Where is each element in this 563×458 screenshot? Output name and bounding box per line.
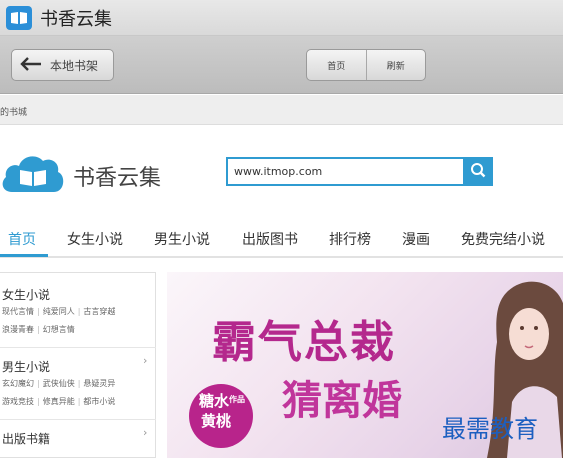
- category-link[interactable]: 悬疑灵异: [83, 379, 115, 388]
- category-links: 玄幻魔幻 | 武侠仙侠 | 悬疑灵异: [2, 379, 116, 388]
- back-button-label: 本地书架: [50, 58, 99, 73]
- category-link[interactable]: 都市小说: [83, 397, 115, 406]
- search-icon: [470, 162, 486, 182]
- category-links: 游戏竞技 | 修真异能 | 都市小说: [2, 397, 116, 406]
- search-button[interactable]: [463, 157, 493, 186]
- category-title[interactable]: 女生小说: [2, 286, 50, 303]
- category-link[interactable]: 纯爱同人: [43, 307, 75, 316]
- category-link[interactable]: 游戏竞技: [2, 397, 34, 406]
- banner-title-line1: 霸气总裁: [212, 317, 396, 368]
- title-bar: 书香云集: [0, 0, 563, 36]
- category-divider: [0, 419, 156, 420]
- category-link[interactable]: 玄幻魔幻: [2, 379, 34, 388]
- cloud-book-logo-icon[interactable]: [0, 148, 66, 196]
- category-title[interactable]: 出版书籍: [2, 430, 50, 447]
- nav-item-comics[interactable]: 漫画: [402, 229, 430, 249]
- nav-item-female[interactable]: 女生小说: [67, 229, 123, 249]
- home-button[interactable]: 首页: [307, 50, 366, 80]
- site-header: 书香云集 www.itmop.com: [0, 126, 563, 218]
- category-title[interactable]: 男生小说: [2, 358, 50, 375]
- category-links: 浪漫青春 | 幻想言情: [2, 325, 75, 334]
- active-tab-indicator: [0, 254, 48, 257]
- category-link[interactable]: 修真异能: [43, 397, 75, 406]
- toolbar: 本地书架 首页 刷新: [0, 36, 563, 94]
- author-name-line2: 黄桃: [201, 412, 232, 430]
- author-name-line1: 糖水: [199, 392, 230, 410]
- watermark-text: 最需教育: [442, 415, 538, 443]
- site-logo-text: 书香云集: [73, 166, 162, 191]
- category-sidebar: 女生小说 现代言情 | 纯爱同人 | 古言穿越 浪漫青春 | 幻想言情 男生小说 › 玄幻魔…: [0, 272, 156, 458]
- refresh-button[interactable]: 刷新: [365, 50, 426, 80]
- nav-item-male[interactable]: 男生小说: [154, 229, 210, 249]
- nav-item-published[interactable]: 出版图书: [242, 229, 298, 249]
- author-badge: 糖水 黄桃 作品: [189, 384, 253, 448]
- category-divider: [0, 347, 156, 348]
- chevron-right-icon: ›: [143, 426, 148, 439]
- bookmark-text[interactable]: 的书城: [0, 108, 27, 118]
- search-input[interactable]: www.itmop.com: [226, 157, 464, 186]
- nav-item-home[interactable]: 首页: [8, 229, 36, 249]
- book-icon: [6, 5, 32, 30]
- nav-item-free-complete[interactable]: 免费完结小说: [461, 229, 545, 249]
- category-link[interactable]: 古言穿越: [83, 307, 115, 316]
- chevron-right-icon: ›: [143, 354, 148, 367]
- banner-title-line2: 猜离婚: [282, 378, 402, 424]
- main-nav: 首页 女生小说 男生小说 出版图书 排行榜 漫画 免费完结小说: [0, 218, 563, 258]
- author-tag: 作品: [229, 395, 245, 404]
- window-title: 书香云集: [40, 8, 112, 30]
- back-to-shelf-button[interactable]: 本地书架: [11, 49, 114, 81]
- category-link[interactable]: 浪漫青春: [2, 325, 34, 334]
- app-window: 书香云集 本地书架 首页 刷新 的书城 书香云集 www.itmop.com 首…: [0, 0, 563, 458]
- category-link[interactable]: 幻想言情: [43, 325, 75, 334]
- category-link[interactable]: 武侠仙侠: [43, 379, 75, 388]
- nav-item-ranking[interactable]: 排行榜: [329, 229, 371, 249]
- bookmark-strip: 的书城: [0, 95, 563, 125]
- category-links: 现代言情 | 纯爱同人 | 古言穿越: [2, 307, 116, 316]
- toolbar-segment: 首页 刷新: [306, 49, 426, 81]
- arrow-left-icon: [20, 56, 42, 75]
- category-link[interactable]: 现代言情: [2, 307, 34, 316]
